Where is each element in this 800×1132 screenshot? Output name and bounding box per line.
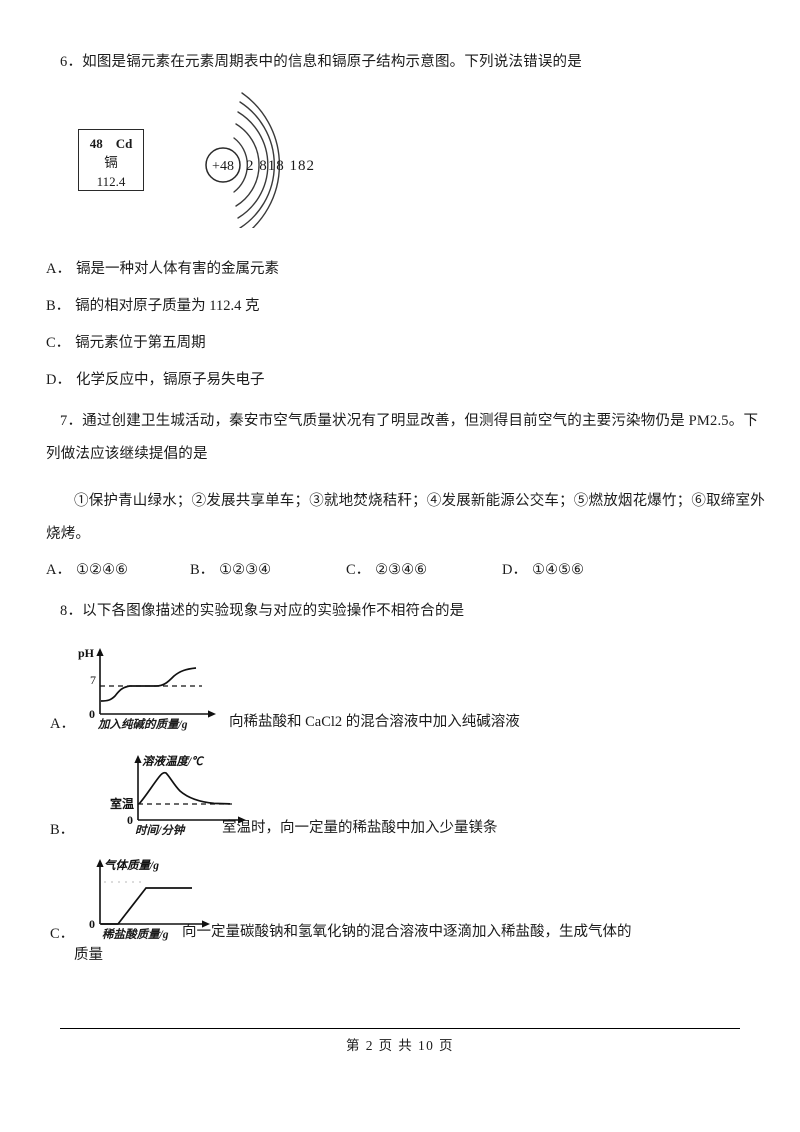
y-tick-room-temp: 室温 xyxy=(110,796,134,811)
y-axis-arrow xyxy=(96,859,104,867)
origin-label: 0 xyxy=(89,917,95,931)
question-7-stem-line-1: 7．通过创建卫生城活动，秦安市空气质量状况有了明显改善，但测得目前空气的主要污染… xyxy=(60,413,759,429)
q7-option-b-text: ①②③④ xyxy=(219,562,272,578)
y-tick-7: 7 xyxy=(90,673,96,687)
q6-option-a-text: 镉是一种对人体有害的金属元素 xyxy=(75,261,279,277)
question-7-stem-line-2: 列做法应该继续提倡的是 xyxy=(46,446,208,462)
y-axis-arrow xyxy=(134,755,142,763)
q7-option-c[interactable]: C． ②③④⑥ xyxy=(346,560,427,581)
q8-option-b-description: 室温时，向一定量的稀盐酸中加入少量镁条 xyxy=(222,820,498,836)
q7-option-a-text: ①②④⑥ xyxy=(75,562,128,578)
shell-electron-counts: 2 818 182 xyxy=(246,158,315,174)
q7-option-a[interactable]: A． ①②④⑥ xyxy=(46,560,128,581)
q6-option-b[interactable]: B． 镉的相对原子质量为 112.4 克 xyxy=(46,296,260,317)
q8-option-c-description: 向一定量碳酸钠和氢氧化钠的混合溶液中逐滴加入稀盐酸，生成气体的 xyxy=(182,924,632,940)
q8-option-b-label: B． xyxy=(50,822,75,838)
q6-option-a-label: A． xyxy=(46,261,71,277)
question-6-stem: 6．如图是镉元素在元素周期表中的信息和镉原子结构示意图。下列说法错误的是 xyxy=(60,54,582,70)
y-axis-arrow xyxy=(96,648,104,656)
element-symbol: Cd xyxy=(115,136,133,151)
exam-page: 6．如图是镉元素在元素周期表中的信息和镉原子结构示意图。下列说法错误的是 48 C… xyxy=(0,0,800,1132)
element-card-top-row: 48 Cd xyxy=(79,137,143,150)
q7-option-a-label: A． xyxy=(46,562,71,578)
page-footer: 第 2 页 共 10 页 xyxy=(346,1038,454,1053)
q7-option-d[interactable]: D． ①④⑤⑥ xyxy=(502,560,584,581)
q8-option-b-label-wrap[interactable]: B． xyxy=(50,820,74,841)
atom-structure-diagram: +48 2 818 182 xyxy=(196,88,336,228)
q8-option-a-description: 向稀盐酸和 CaCl2 的混合溶液中加入纯碱溶液 xyxy=(229,714,520,730)
q7-option-b-label: B． xyxy=(190,562,215,578)
q7-option-d-label: D． xyxy=(502,562,527,578)
footer-divider xyxy=(60,1028,740,1029)
q6-option-d-label: D． xyxy=(46,372,71,388)
q6-option-c[interactable]: C． 镉元素位于第五周期 xyxy=(46,333,206,354)
q7-option-d-text: ①④⑤⑥ xyxy=(531,562,584,578)
y-axis-label: 气体质量/g xyxy=(104,859,159,872)
q8-option-a-label-wrap[interactable]: A． xyxy=(50,714,75,735)
nucleus-charge-label: +48 xyxy=(212,159,234,174)
y-axis-label: 溶液温度/℃ xyxy=(142,754,205,768)
q8-chart-c-xlabel: 稀盐酸质量/g xyxy=(102,929,169,941)
q6-option-c-label: C． xyxy=(46,335,71,351)
element-name: 镉 xyxy=(104,155,118,170)
q7-option-b[interactable]: B． ①②③④ xyxy=(190,560,271,581)
q8-option-c-label-wrap[interactable]: C． xyxy=(50,924,74,945)
q6-option-d-text: 化学反应中，镉原子易失电子 xyxy=(75,372,265,388)
gas-mass-curve xyxy=(101,887,192,925)
question-7-items-line-2: 烧烤。 xyxy=(46,526,91,542)
q6-option-b-label: B． xyxy=(46,298,71,314)
q8-option-c-description-wrap: 质量 xyxy=(74,947,103,963)
origin-label: 0 xyxy=(89,707,95,721)
q6-option-c-text: 镉元素位于第五周期 xyxy=(75,335,206,351)
q6-option-b-text: 镉的相对原子质量为 112.4 克 xyxy=(75,298,260,314)
question-8-stem: 8．以下各图像描述的实验现象与对应的实验操作不相符合的是 xyxy=(60,603,465,619)
q7-option-c-text: ②③④⑥ xyxy=(375,562,428,578)
q6-option-d[interactable]: D． 化学反应中，镉原子易失电子 xyxy=(46,370,264,391)
element-card: 48 Cd 镉 112.4 xyxy=(78,129,144,191)
element-atomic-number: 48 xyxy=(89,136,103,151)
q7-option-c-label: C． xyxy=(346,562,371,578)
question-7-items-line-1: ①保护青山绿水；②发展共享单车；③就地焚烧秸秆；④发展新能源公交车；⑤燃放烟花爆… xyxy=(74,493,765,509)
y-axis-label: pH xyxy=(78,646,95,660)
ph-curve xyxy=(100,667,197,702)
q8-option-a-label: A． xyxy=(50,716,75,732)
atom-structure-svg: +48 2 818 182 xyxy=(205,92,315,228)
q8-option-c-label: C． xyxy=(50,926,75,942)
q8-chart-a-xlabel: 加入纯碱的质量/g xyxy=(98,719,188,731)
origin-label: 0 xyxy=(127,813,133,827)
q8-chart-b-xlabel: 时间/分钟 xyxy=(135,825,185,837)
x-axis-arrow xyxy=(208,710,216,718)
q6-option-a[interactable]: A． 镉是一种对人体有害的金属元素 xyxy=(46,259,279,280)
temperature-curve xyxy=(138,771,231,805)
element-atomic-mass: 112.4 xyxy=(96,174,126,189)
